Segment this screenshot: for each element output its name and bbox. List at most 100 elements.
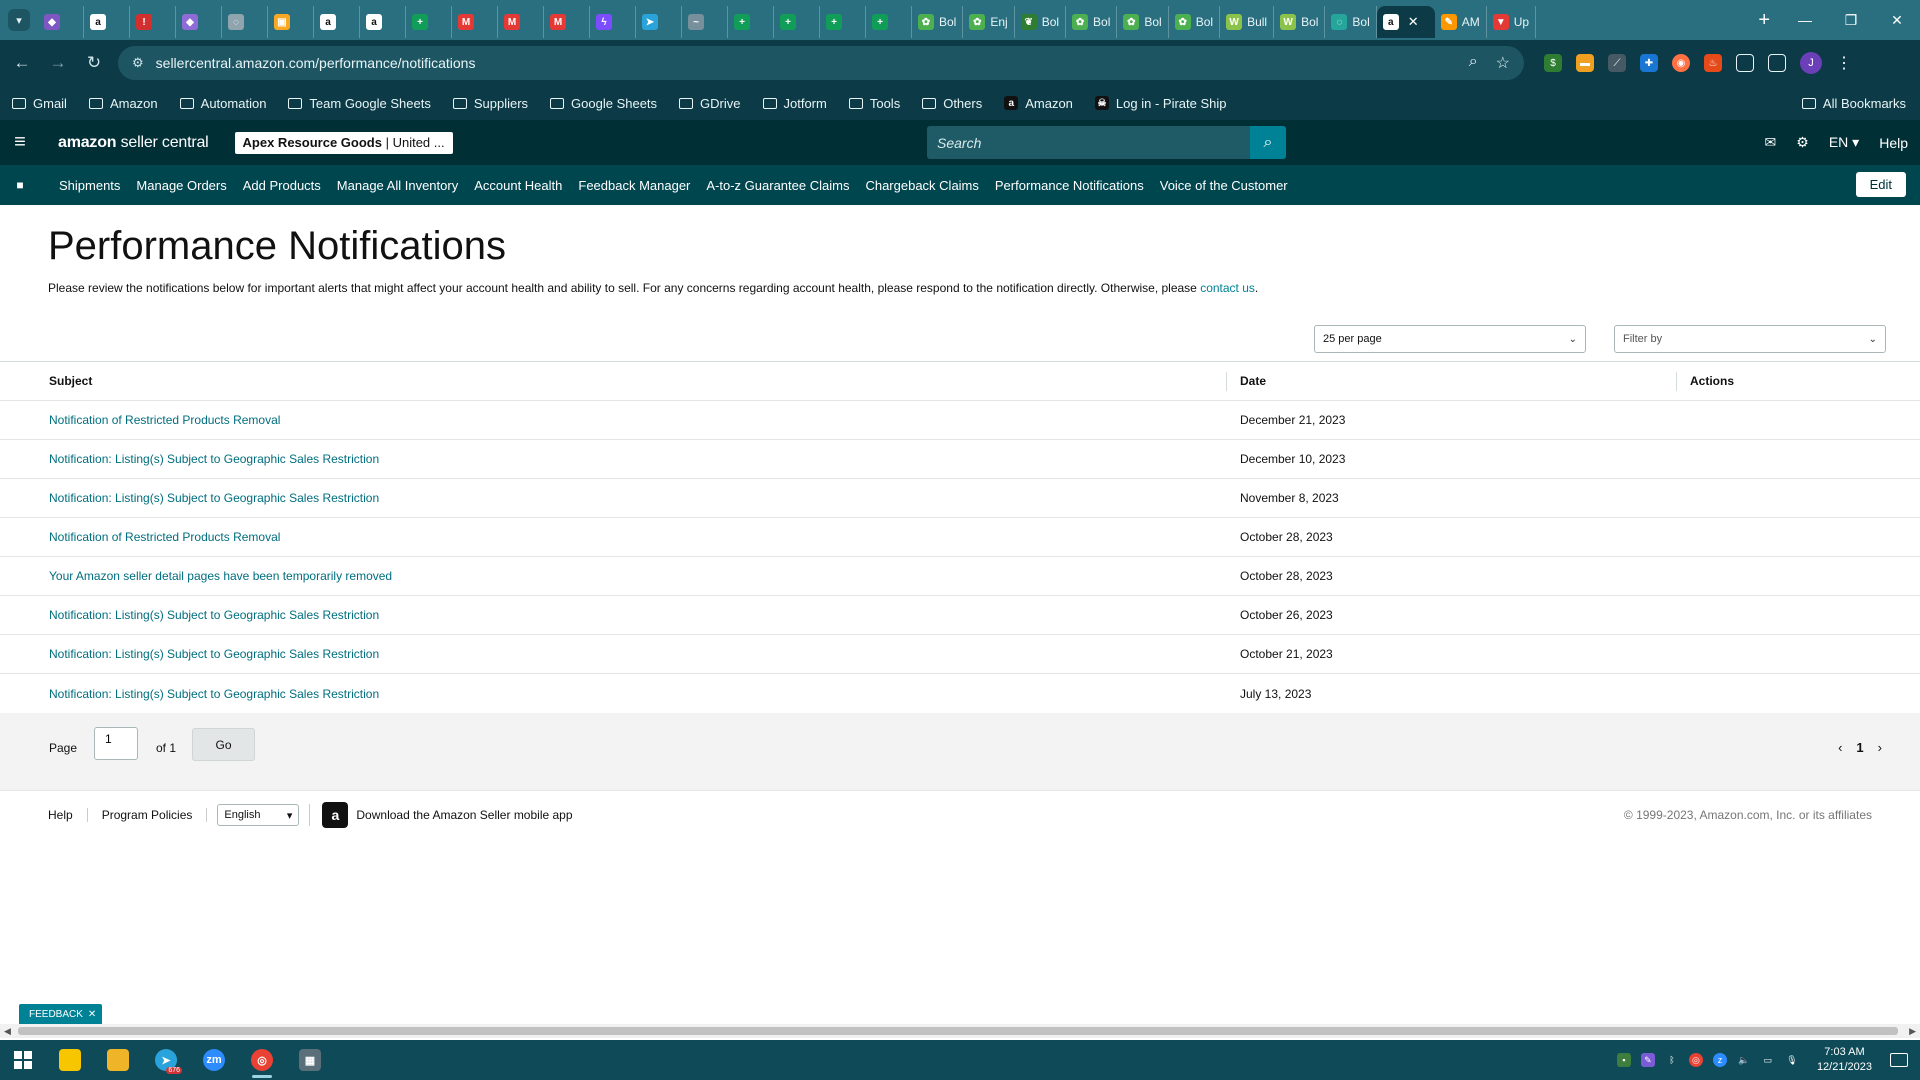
footer-language-select[interactable]: English ▾ <box>217 804 300 826</box>
nav-item[interactable]: Add Products <box>243 178 321 193</box>
browser-tab[interactable]: + <box>728 6 774 38</box>
taskbar-app[interactable] <box>94 1040 142 1080</box>
notification-subject-link[interactable]: Notification of Restricted Products Remo… <box>49 413 280 427</box>
browser-tab[interactable]: + <box>774 6 820 38</box>
tray-app-icon[interactable]: ▪ <box>1616 1053 1631 1067</box>
search-button[interactable]: ⌕ <box>1250 126 1286 159</box>
taskbar-app[interactable]: ▦ <box>286 1040 334 1080</box>
notification-subject-link[interactable]: Notification: Listing(s) Subject to Geog… <box>49 687 379 701</box>
url-text[interactable]: sellercentral.amazon.com/performance/not… <box>156 55 1469 71</box>
browser-tab[interactable]: + <box>406 6 452 38</box>
tray-pen-icon[interactable]: ✎ <box>1640 1053 1655 1067</box>
zoom-tray-icon[interactable]: z <box>1712 1053 1727 1067</box>
browser-tab[interactable]: + <box>820 6 866 38</box>
close-tab-icon[interactable]: ✕ <box>1408 14 1419 30</box>
column-header-subject[interactable]: Subject <box>49 374 92 388</box>
close-icon[interactable]: ✕ <box>88 1009 96 1020</box>
minimize-icon[interactable]: — <box>1782 0 1828 40</box>
settings-gear-icon[interactable]: ⚙ <box>1796 134 1809 151</box>
bookmark-folder[interactable]: Team Google Sheets <box>288 96 431 111</box>
taskbar-app[interactable]: ➤ 676 <box>142 1040 190 1080</box>
browser-tab[interactable]: a ✕ <box>1376 6 1435 38</box>
tab-search-icon[interactable]: ▾ <box>8 9 30 31</box>
restore-icon[interactable]: ❐ <box>1828 0 1874 40</box>
bookmark-folder[interactable]: Others <box>922 96 982 111</box>
program-policies-link[interactable]: Program Policies <box>88 808 208 822</box>
browser-tab[interactable]: ~ <box>682 6 728 38</box>
column-header-date[interactable]: Date <box>1240 374 1266 388</box>
network-icon[interactable]: ▭ <box>1761 1053 1775 1067</box>
notification-subject-link[interactable]: Your Amazon seller detail pages have bee… <box>49 569 392 583</box>
browser-tab[interactable]: ✿ Bol <box>1169 6 1221 38</box>
nav-item[interactable]: Shipments <box>59 178 120 193</box>
profile-avatar[interactable]: J <box>1800 52 1822 74</box>
browser-tab[interactable]: W Bull <box>1220 6 1275 38</box>
notification-center-icon[interactable] <box>1890 1053 1908 1067</box>
contact-us-link[interactable]: contact us <box>1200 281 1255 295</box>
nav-item[interactable]: Performance Notifications <box>995 178 1144 193</box>
extension-icon[interactable]: ♨ <box>1704 54 1722 72</box>
notification-subject-link[interactable]: Notification: Listing(s) Subject to Geog… <box>49 491 379 505</box>
go-button[interactable]: Go <box>192 728 255 761</box>
bookmark-icon[interactable]: ■ <box>0 178 40 192</box>
all-bookmarks[interactable]: All Bookmarks <box>1801 96 1906 111</box>
browser-tab[interactable]: ✿ Bol <box>1117 6 1169 38</box>
nav-item[interactable]: Chargeback Claims <box>865 178 978 193</box>
bookmark-link[interactable]: a Amazon <box>1004 96 1073 111</box>
nav-item[interactable]: Manage Orders <box>136 178 226 193</box>
filter-select[interactable]: Filter by ⌄ <box>1614 325 1886 353</box>
browser-tab[interactable]: ϟ <box>590 6 636 38</box>
bookmark-folder[interactable]: Automation <box>179 96 266 111</box>
download-app-link[interactable]: Download the Amazon Seller mobile app <box>356 808 572 822</box>
footer-help-link[interactable]: Help <box>0 808 88 822</box>
browser-tab[interactable]: M <box>452 6 498 38</box>
browser-tab[interactable]: ◆ <box>38 6 84 38</box>
browser-tab[interactable]: ➤ <box>636 6 682 38</box>
extension-icon[interactable]: ✚ <box>1640 54 1658 72</box>
hamburger-menu-icon[interactable]: ≡ <box>0 131 40 154</box>
zoom-search-icon[interactable]: ⌕ <box>1469 53 1478 73</box>
browser-tab[interactable]: a <box>360 6 406 38</box>
notification-subject-link[interactable]: Notification of Restricted Products Remo… <box>49 530 280 544</box>
search-input[interactable] <box>927 134 1250 151</box>
taskbar-app[interactable]: ◎ <box>238 1040 286 1080</box>
browser-tab[interactable]: ◆ <box>176 6 222 38</box>
help-link[interactable]: Help <box>1879 135 1908 151</box>
edit-nav-button[interactable]: Edit <box>1855 172 1906 197</box>
extension-icon[interactable]: ⟋ <box>1608 54 1626 72</box>
notification-subject-link[interactable]: Notification: Listing(s) Subject to Geog… <box>49 608 379 622</box>
next-page-icon[interactable]: › <box>1878 740 1882 755</box>
reload-icon[interactable]: ↻ <box>80 49 108 77</box>
browser-tab[interactable]: ✿ Bol <box>1066 6 1118 38</box>
seller-central-logo[interactable]: amazon seller central <box>58 134 209 152</box>
back-icon[interactable]: ← <box>8 49 36 77</box>
puzzle-icon[interactable] <box>1736 54 1754 72</box>
microphone-icon[interactable]: 🎙 <box>1785 1053 1799 1067</box>
forward-icon[interactable]: → <box>44 49 72 77</box>
browser-tab[interactable]: ✎ AM <box>1435 6 1487 38</box>
bookmark-folder[interactable]: Suppliers <box>452 96 528 111</box>
volume-icon[interactable]: 🔈 <box>1737 1053 1751 1067</box>
bookmark-folder[interactable]: Jotform <box>762 96 827 111</box>
side-panel-icon[interactable] <box>1768 54 1786 72</box>
browser-tab[interactable]: ! <box>130 6 176 38</box>
browser-tab[interactable]: M <box>544 6 590 38</box>
horizontal-scrollbar[interactable]: ◀ ▶ <box>0 1024 1920 1038</box>
amazon-app-icon[interactable]: a <box>322 802 349 828</box>
feedback-button[interactable]: FEEDBACK ✕ <box>19 1004 103 1025</box>
extension-icon[interactable]: ◉ <box>1672 54 1690 72</box>
scrollbar-thumb[interactable] <box>18 1027 1898 1035</box>
site-info-icon[interactable]: ⚙ <box>132 55 144 71</box>
scroll-left-icon[interactable]: ◀ <box>4 1024 11 1038</box>
extension-icon[interactable]: $ <box>1544 54 1562 72</box>
bookmark-link[interactable]: ☠ Log in - Pirate Ship <box>1094 96 1227 111</box>
language-selector[interactable]: EN ▾ <box>1829 134 1859 151</box>
browser-tab[interactable]: M <box>498 6 544 38</box>
nav-item[interactable]: Voice of the Customer <box>1160 178 1288 193</box>
nav-item[interactable]: Manage All Inventory <box>337 178 458 193</box>
notification-subject-link[interactable]: Notification: Listing(s) Subject to Geog… <box>49 647 379 661</box>
browser-tab[interactable]: ❦ Bol <box>1015 6 1067 38</box>
close-window-icon[interactable]: ✕ <box>1874 0 1920 40</box>
browser-tab[interactable]: ✿ Enj <box>963 6 1015 38</box>
browser-tab[interactable]: a <box>84 6 130 38</box>
